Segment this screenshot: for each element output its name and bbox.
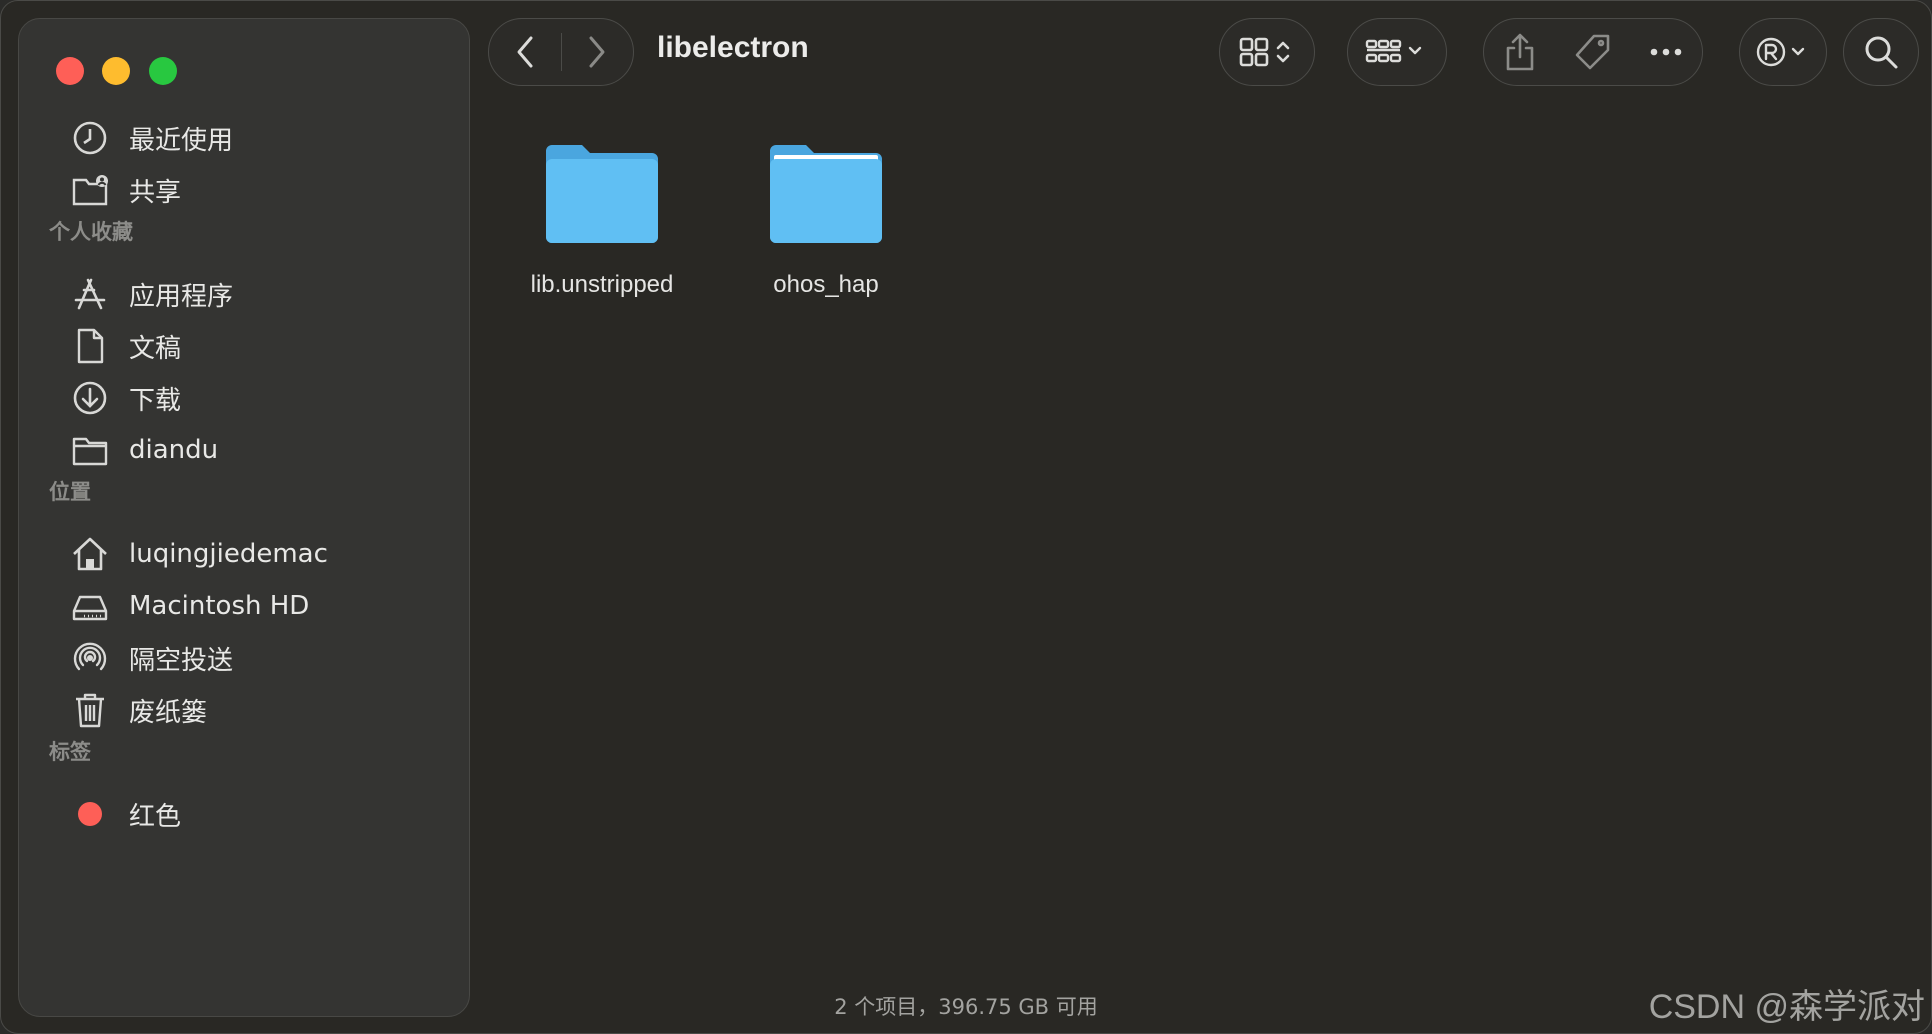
folder-icon [71,431,109,469]
search-icon [1865,36,1898,69]
tag-button[interactable] [1557,19,1630,85]
more-button[interactable] [1629,19,1702,85]
search-button[interactable] [1843,18,1919,86]
minimize-window-button[interactable] [102,57,130,85]
red-tag-dot-icon [71,795,109,833]
file-name: lib.unstripped [530,271,674,298]
sidebar-item-shared[interactable]: 共享 [49,164,449,216]
status-bar: 2 个项目，396.75 GB 可用 [1,991,1931,1021]
back-icon [517,36,533,68]
more-icon [1650,48,1681,56]
sidebar-item-applications[interactable]: 应用程序 [49,268,449,320]
file-item-ohos-hap[interactable]: ohos_hap [706,141,946,299]
applications-icon [71,275,109,313]
navigation-buttons [488,18,634,86]
folder-icon [770,145,882,243]
sidebar-item-label: luqingjiedemac [129,539,328,569]
file-item-lib-unstripped[interactable]: lib.unstripped [482,141,722,299]
locations-header: 位置 [49,480,91,504]
tags-header: 标签 [49,740,91,764]
sidebar-item-label: 废纸篓 [129,697,208,728]
sidebar-item-trash[interactable]: 废纸篓 [49,684,449,736]
status-text: 2 个项目，396.75 GB 可用 [834,995,1098,1019]
clock-icon [71,119,109,157]
sidebar-item-downloads[interactable]: 下载 [49,372,449,424]
sidebar-item-label: 文稿 [129,333,182,364]
forward-button[interactable] [562,19,634,85]
shared-folder-icon [71,171,109,209]
action-buttons [1483,18,1703,86]
share-button[interactable] [1484,19,1557,85]
registered-icon [1756,37,1805,67]
trash-icon [71,691,109,729]
file-name: ohos_hap [773,271,879,298]
sidebar-item-airdrop[interactable]: 隔空投送 [49,632,449,684]
back-button[interactable] [489,19,561,85]
airdrop-icon [71,639,109,677]
sidebar: 最近使用 共享 个人收藏 应用程序 文稿 下载 diandu 位置 luqing… [18,18,470,1017]
share-icon [1507,33,1534,71]
sidebar-item-label: 应用程序 [129,281,234,312]
sidebar-item-recent[interactable]: 最近使用 [49,112,449,164]
sidebar-item-label: 隔空投送 [129,645,234,676]
window-title: libelectron [657,31,809,64]
sidebar-item-label: 红色 [129,801,182,832]
forward-icon [589,36,605,68]
sidebar-item-label: Macintosh HD [129,591,310,621]
finder-window: 最近使用 共享 个人收藏 应用程序 文稿 下载 diandu 位置 luqing… [0,0,1932,1034]
sidebar-item-label: 下载 [129,385,182,416]
sidebar-item-diandu[interactable]: diandu [49,424,449,476]
favorites-header: 个人收藏 [49,220,133,244]
document-icon [71,327,109,365]
watermark: CSDN @森学派对 [1648,988,1925,1026]
sidebar-item-macintosh-hd[interactable]: Macintosh HD [49,580,449,632]
sidebar-item-home[interactable]: luqingjiedemac [49,528,449,580]
view-mode-button[interactable] [1219,18,1315,86]
close-window-button[interactable] [56,57,84,85]
home-icon [71,535,109,573]
zoom-window-button[interactable] [149,57,177,85]
download-icon [71,379,109,417]
folder-icon [546,145,658,243]
sidebar-item-label: diandu [129,435,219,465]
sidebar-item-label: 最近使用 [129,125,234,156]
sidebar-item-label: 共享 [129,177,182,208]
tag-icon [1575,34,1610,70]
group-icon [1365,39,1422,63]
group-button[interactable] [1347,18,1447,86]
icon-view-icon [1239,37,1290,67]
sidebar-item-tag-red[interactable]: 红色 [49,788,449,840]
sidebar-item-documents[interactable]: 文稿 [49,320,449,372]
registered-menu-button[interactable] [1739,18,1827,86]
drive-icon [71,587,109,625]
